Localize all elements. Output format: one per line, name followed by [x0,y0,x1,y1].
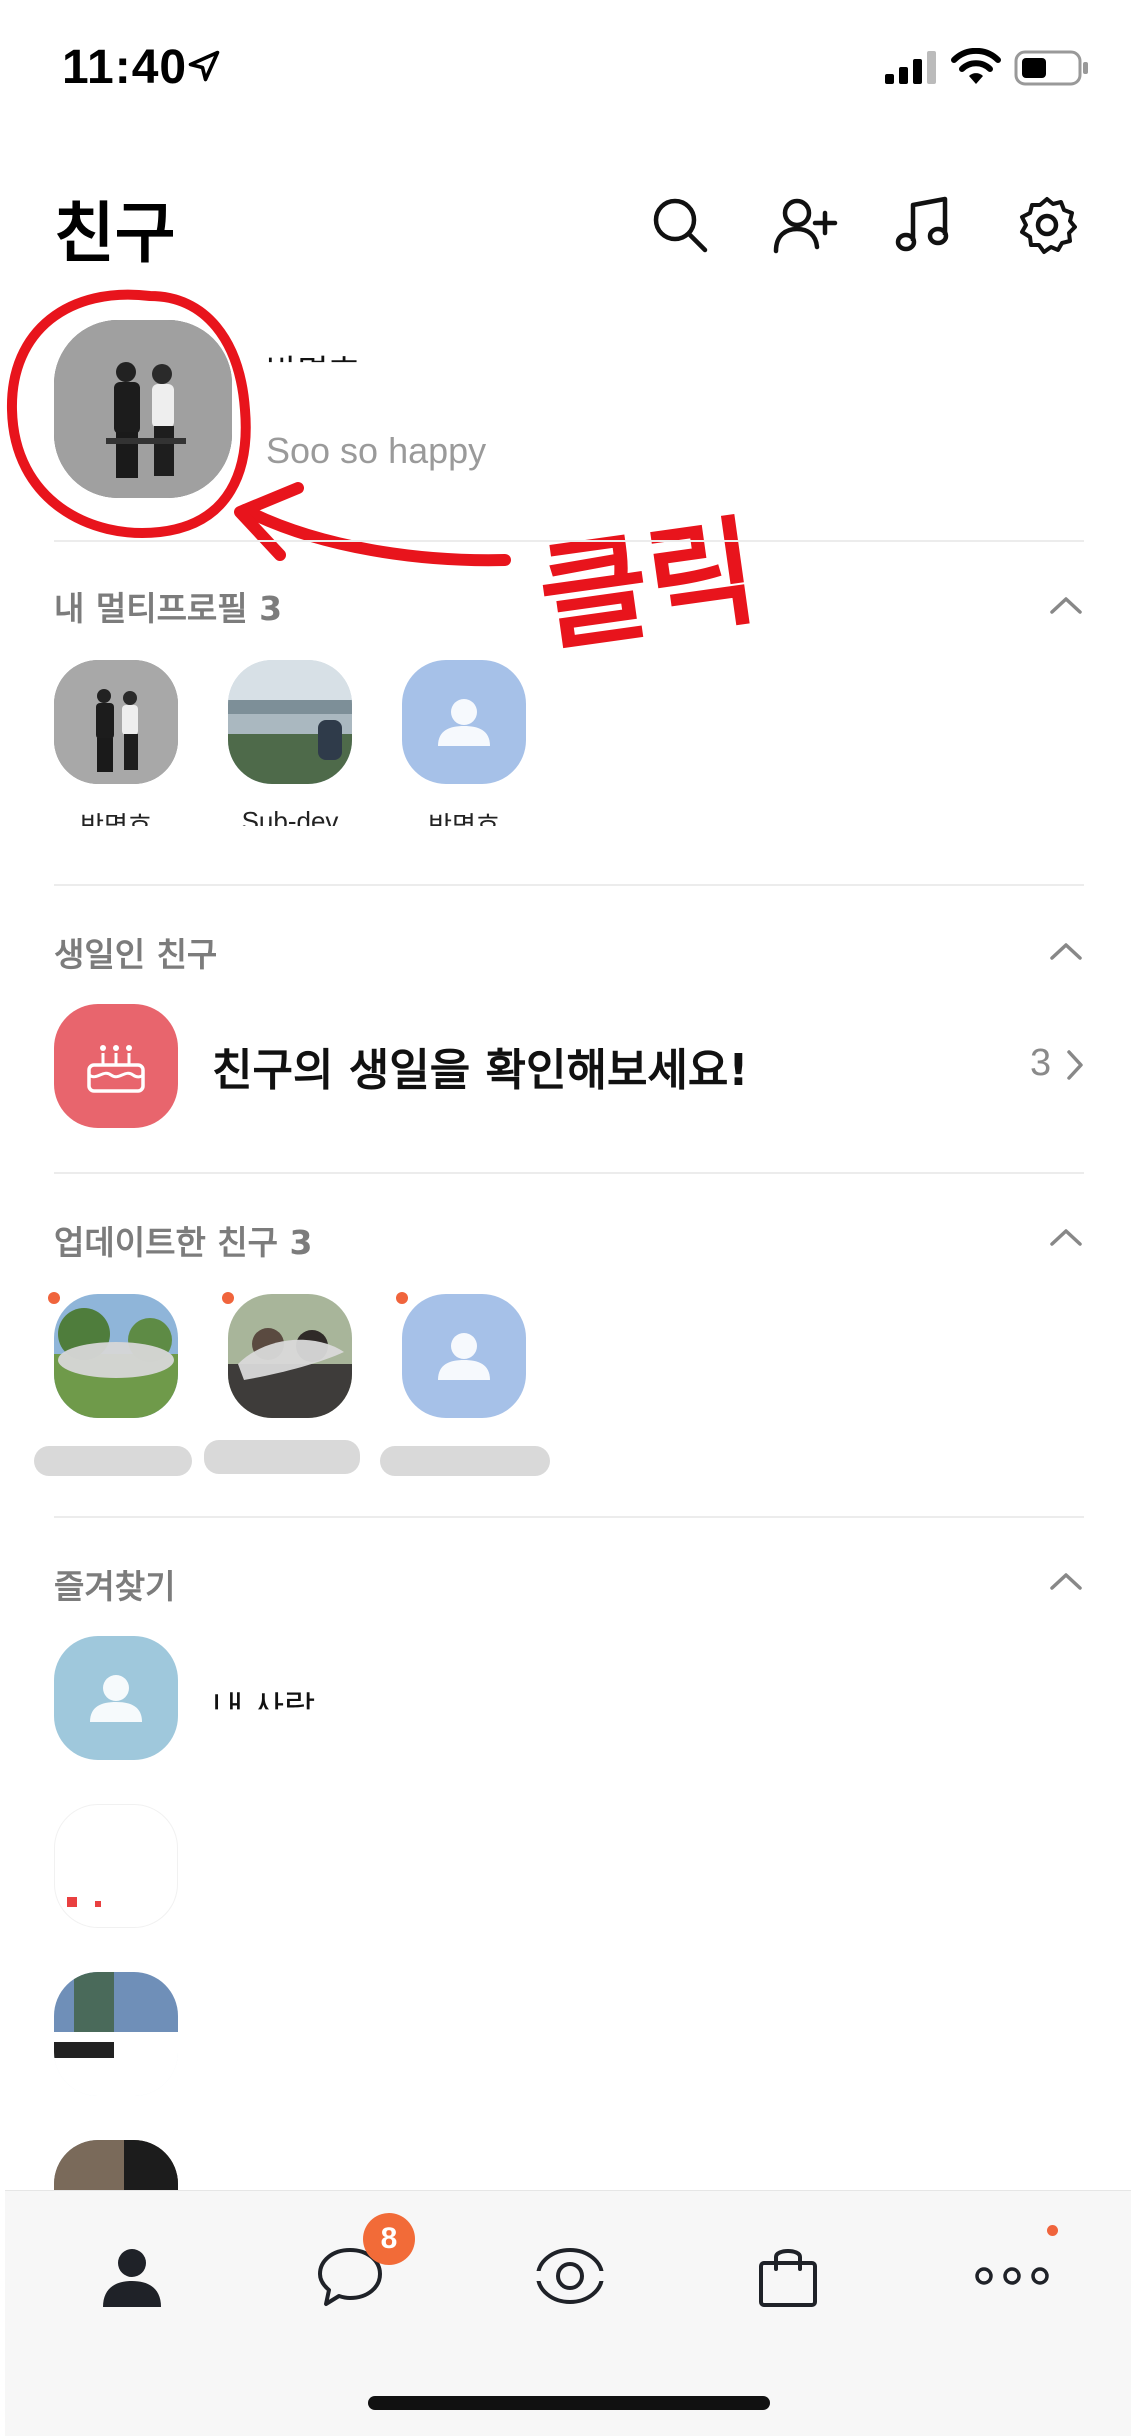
multi-profile-title: 내 멀티프로필 3 [54,589,283,628]
page-title: 친구 [54,195,176,272]
updated-friend-avatar[interactable] [228,1294,352,1418]
redacted-name [34,1446,192,1476]
redacted-name [204,1440,360,1474]
search-icon [653,198,708,253]
friends-tab[interactable] [87,2231,177,2321]
favorite-avatar[interactable] [54,1972,178,2096]
annotation-arrow [239,504,511,567]
default-profile-icon [438,699,490,746]
status-bar: 11:40 [0,0,1131,140]
divider [54,884,1084,886]
location-arrow-icon [188,50,220,82]
status-time: 11:40 [62,41,188,94]
river-photo [228,660,352,784]
annotation-arrowhead [234,482,304,561]
new-update-dot [396,1292,408,1304]
friends-photo [228,1294,352,1418]
birthday-section-title: 생일인 친구 [54,935,218,974]
shopping-bag-icon [759,2249,817,2307]
multi-profile-avatar[interactable] [402,660,526,784]
more-tab[interactable] [967,2231,1057,2321]
chevron-up-icon[interactable] [1046,936,1086,966]
birthday-count: 3 [1030,1042,1052,1084]
multi-profile-avatar[interactable] [54,660,178,784]
annotation-text: 클릭 [531,502,765,669]
settings-button[interactable] [1012,190,1082,260]
couple-photo [54,320,232,498]
cake-icon [87,1045,145,1093]
person-icon [103,2249,161,2307]
chat-badge: 8 [363,2213,415,2265]
music-icon [895,196,949,252]
chevron-right-icon[interactable] [1064,1048,1086,1082]
more-notification-dot [1047,2225,1058,2236]
my-profile-avatar[interactable] [54,320,232,498]
multi-profile-label: 박명호 [428,811,500,826]
eye-view-icon [534,2248,606,2304]
profile-photo [54,1972,178,2096]
favorite-name[interactable]: 내 사랑 [212,1692,315,1709]
wifi-icon [951,48,1001,84]
chevron-up-icon[interactable] [1046,1222,1086,1252]
new-update-dot [222,1292,234,1304]
more-dots-icon [975,2267,1049,2285]
signal-icon [885,51,936,84]
favorite-avatar[interactable] [54,1804,178,1928]
add-friend-icon [773,198,838,254]
shopping-tab[interactable] [743,2231,833,2321]
divider [54,1172,1084,1174]
updated-friend-avatar[interactable] [402,1294,526,1418]
chevron-up-icon[interactable] [1046,590,1086,620]
divider [54,540,1084,542]
updated-friends-title: 업데이트한 친구 3 [54,1223,313,1262]
home-indicator[interactable] [368,2396,770,2410]
updated-friend-avatar[interactable] [54,1294,178,1418]
multi-profile-label: 박명호 [80,811,152,826]
my-status-message: Soo so happy [266,430,487,471]
birthday-message[interactable]: 친구의 생일을 확인해보세요! [212,1034,748,1098]
default-profile-icon [90,1675,142,1722]
redacted-name [380,1446,550,1476]
my-profile-name[interactable]: 박명호 [266,345,360,362]
birthday-icon-tile[interactable] [54,1004,178,1128]
profile-photo [67,1897,101,1907]
default-profile-icon [438,1333,490,1380]
settings-icon [1020,197,1077,254]
multi-profile-avatar[interactable] [228,660,352,784]
battery-icon [1014,50,1088,86]
new-update-dot [48,1292,60,1304]
music-button[interactable] [888,190,958,260]
couple-photo [54,660,178,784]
search-button[interactable] [645,190,715,260]
favorite-avatar[interactable] [54,1636,178,1760]
favorites-title: 즐겨찾기 [54,1567,176,1606]
park-photo [54,1294,178,1418]
multi-profile-label: Sub-dev [241,806,339,826]
add-friend-button[interactable] [770,190,840,260]
divider [54,1516,1084,1518]
chevron-up-icon[interactable] [1046,1566,1086,1596]
view-tab[interactable] [525,2231,615,2321]
